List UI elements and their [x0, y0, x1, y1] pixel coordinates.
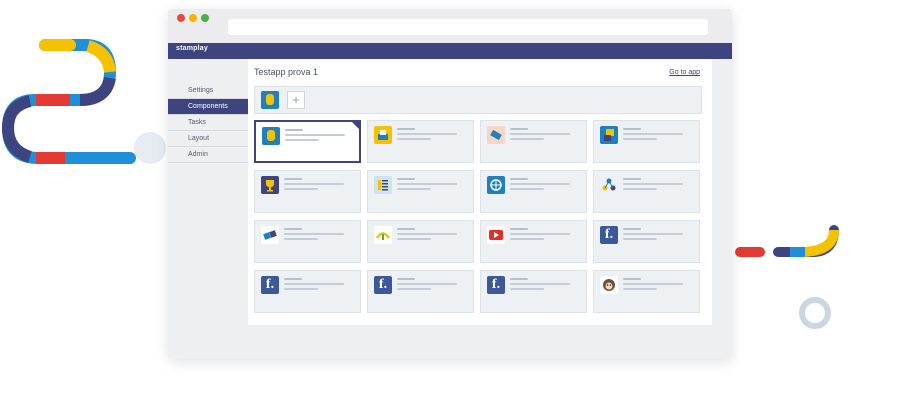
component-tile-mailchimp[interactable]: [593, 270, 700, 313]
sidebar: Settings Components Tasks Layout Admin: [168, 83, 248, 163]
component-tile-robot[interactable]: [254, 120, 361, 163]
brand-logo: stamplay: [176, 45, 208, 52]
globe-icon: [487, 176, 505, 194]
facebook-icon: f.: [600, 226, 618, 244]
main-content: Settings Components Tasks Layout Admin T…: [168, 59, 732, 359]
component-tile-facebook[interactable]: f.: [480, 270, 587, 313]
sidebar-item-layout[interactable]: Layout: [168, 131, 248, 147]
ticket-icon: [487, 126, 505, 144]
component-tile-youtube[interactable]: [480, 220, 587, 263]
component-tile-facebook[interactable]: f.: [593, 220, 700, 263]
folder-icon: [374, 126, 392, 144]
go-to-app-link[interactable]: Go to app: [669, 69, 700, 76]
app-navbar: stamplay: [168, 43, 732, 59]
trophy-icon: [261, 176, 279, 194]
youtube-icon: [487, 226, 505, 244]
facebook-icon: f.: [487, 276, 505, 294]
component-tile-share[interactable]: [593, 170, 700, 213]
active-components-bar: +: [254, 86, 702, 114]
mailchimp-icon: [600, 276, 618, 294]
list-icon: [374, 176, 392, 194]
component-tile-globe[interactable]: [480, 170, 587, 213]
title-bar: [168, 9, 732, 43]
minimize-window-button[interactable]: [189, 14, 197, 22]
component-tile-facebook[interactable]: f.: [367, 270, 474, 313]
robot-icon[interactable]: [261, 91, 279, 109]
sidebar-item-admin[interactable]: Admin: [168, 147, 248, 163]
maximize-window-button[interactable]: [201, 14, 209, 22]
component-tile-facebook[interactable]: f.: [254, 270, 361, 313]
page-title: Testapp prova 1: [254, 67, 319, 77]
facebook-icon: f.: [261, 276, 279, 294]
robot-icon: [262, 127, 280, 145]
sidebar-item-components[interactable]: Components: [168, 99, 248, 115]
component-tile-image[interactable]: [593, 120, 700, 163]
components-panel: Testapp prova 1 Go to app + f. f. f. f.: [248, 59, 712, 325]
component-tile-list[interactable]: [367, 170, 474, 213]
add-component-button[interactable]: +: [287, 91, 305, 109]
recycle-icon: [374, 226, 392, 244]
component-tile-tag[interactable]: [254, 220, 361, 263]
component-tile-recycle[interactable]: [367, 220, 474, 263]
browser-window: stamplay Settings Components Tasks Layou…: [168, 9, 732, 359]
close-window-button[interactable]: [177, 14, 185, 22]
address-bar[interactable]: [228, 19, 708, 35]
image-icon: [600, 126, 618, 144]
sidebar-item-tasks[interactable]: Tasks: [168, 115, 248, 131]
sidebar-item-settings[interactable]: Settings: [168, 83, 248, 99]
tag-icon: [261, 226, 279, 244]
component-tile-ticket[interactable]: [480, 120, 587, 163]
facebook-icon: f.: [374, 276, 392, 294]
component-tile-trophy[interactable]: [254, 170, 361, 213]
component-tile-folder[interactable]: [367, 120, 474, 163]
share-icon: [600, 176, 618, 194]
